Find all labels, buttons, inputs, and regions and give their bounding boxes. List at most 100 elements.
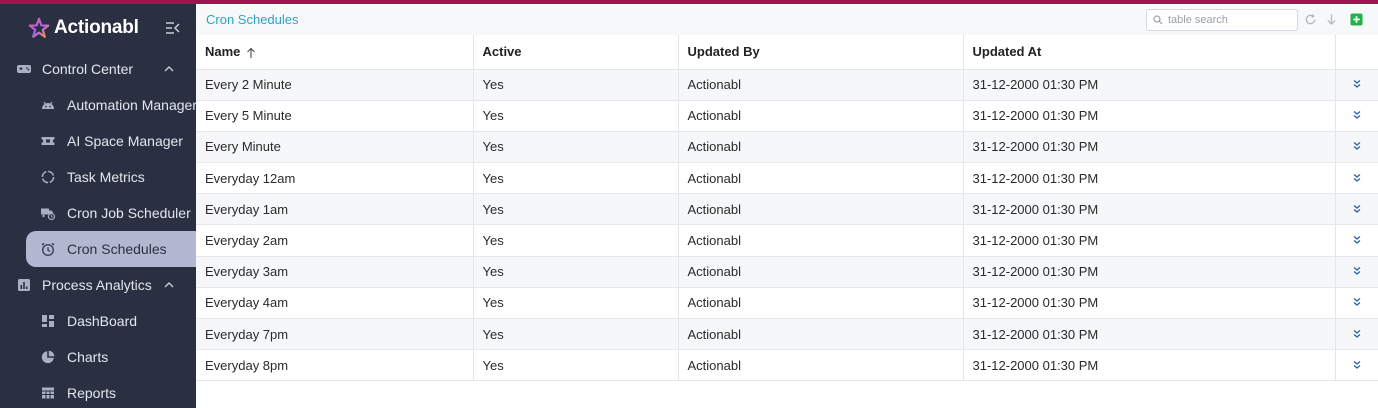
column-header-actions [1335, 35, 1378, 70]
cell-updated-by: Actionabl [678, 318, 964, 351]
sidebar: Actionabl Control Center Automation Mana… [0, 4, 196, 408]
main-content: Cron Schedules Name Active Updated By Up… [196, 4, 1378, 408]
row-expand-cell[interactable] [1335, 162, 1378, 195]
table-row[interactable]: Every 2 Minute Yes Actionabl 31-12-2000 01:… [196, 69, 1378, 101]
refresh-icon[interactable] [1304, 13, 1317, 26]
double-chevron-down-icon[interactable] [1352, 204, 1362, 214]
brand[interactable]: Actionabl [28, 16, 139, 40]
cell-name: Everyday 8pm [196, 349, 474, 382]
table-row[interactable]: Everyday 8pm Yes Actionabl 31-12-2000 01:30… [196, 349, 1378, 382]
sidebar-nav: Control Center Automation Manager AI Spa… [0, 51, 196, 408]
table-row[interactable]: Everyday 2am Yes Actionabl 31-12-2000 01:30… [196, 224, 1378, 257]
dashboard-icon [40, 313, 56, 329]
sort-ascending-icon[interactable] [246, 47, 256, 59]
table-row[interactable]: Everyday 1am Yes Actionabl 31-12-2000 01:30… [196, 193, 1378, 226]
pie-chart-icon [40, 349, 56, 365]
sidebar-group-process-analytics[interactable]: Process Analytics [0, 267, 196, 303]
sidebar-group-label: Control Center [42, 61, 134, 77]
cell-name: Every Minute [196, 131, 474, 164]
cell-updated-by: Actionabl [678, 193, 964, 226]
cell-active: Yes [473, 69, 679, 101]
sidebar-item-automation-manager[interactable]: Automation Manager [0, 87, 196, 123]
table-row[interactable]: Every Minute Yes Actionabl 31-12-2000 01:30… [196, 131, 1378, 164]
cell-updated-by: Actionabl [678, 287, 964, 320]
sidebar-item-cron-job-scheduler[interactable]: Cron Job Scheduler [0, 195, 196, 231]
cell-active: Yes [473, 349, 679, 382]
brand-name: Actionabl [54, 17, 139, 38]
cell-updated-at: 31-12-2000 01:30 PM [963, 69, 1336, 101]
cell-updated-at: 31-12-2000 01:30 PM [963, 100, 1336, 132]
chevron-up-icon[interactable] [163, 63, 175, 75]
download-icon[interactable] [1325, 13, 1338, 26]
cell-updated-by: Actionabl [678, 131, 964, 164]
star-logo-icon [28, 17, 50, 38]
double-chevron-down-icon[interactable] [1352, 110, 1362, 120]
sidebar-item-label: Cron Job Scheduler [67, 205, 191, 221]
cell-updated-at: 31-12-2000 01:30 PM [963, 162, 1336, 195]
row-expand-cell[interactable] [1335, 193, 1378, 226]
row-expand-cell[interactable] [1335, 100, 1378, 132]
cell-updated-by: Actionabl [678, 224, 964, 257]
cell-name: Everyday 12am [196, 162, 474, 195]
cell-name: Everyday 3am [196, 256, 474, 288]
table-search[interactable] [1146, 9, 1298, 31]
table-row[interactable]: Everyday 7pm Yes Actionabl 31-12-2000 01:30… [196, 318, 1378, 351]
sidebar-item-label: Cron Schedules [67, 241, 167, 257]
cell-name: Every 5 Minute [196, 100, 474, 132]
collapse-sidebar-icon[interactable] [164, 20, 182, 36]
row-expand-cell[interactable] [1335, 69, 1378, 101]
cell-updated-at: 31-12-2000 01:30 PM [963, 318, 1336, 351]
sidebar-item-label: Reports [67, 385, 117, 401]
double-chevron-down-icon[interactable] [1352, 329, 1362, 339]
cell-updated-at: 31-12-2000 01:30 PM [963, 349, 1336, 382]
cell-name: Everyday 2am [196, 224, 474, 257]
sidebar-item-label: Task Metrics [67, 169, 145, 185]
cell-active: Yes [473, 162, 679, 195]
row-expand-cell[interactable] [1335, 287, 1378, 320]
search-icon [1153, 15, 1163, 25]
double-chevron-down-icon[interactable] [1352, 235, 1362, 245]
row-expand-cell[interactable] [1335, 349, 1378, 382]
sidebar-item-ai-space-manager[interactable]: AI Space Manager [0, 123, 196, 159]
chevron-up-icon[interactable] [163, 279, 175, 291]
search-input[interactable] [1168, 14, 1294, 26]
table-row[interactable]: Everyday 4am Yes Actionabl 31-12-2000 01:30… [196, 287, 1378, 320]
double-chevron-down-icon[interactable] [1352, 360, 1362, 370]
cron-schedules-table: Name Active Updated By Updated At Every … [196, 35, 1378, 382]
row-expand-cell[interactable] [1335, 224, 1378, 257]
double-chevron-down-icon[interactable] [1352, 297, 1362, 307]
sidebar-item-dashboard[interactable]: DashBoard [0, 303, 196, 339]
ticket-icon [40, 133, 56, 149]
double-chevron-down-icon[interactable] [1352, 266, 1362, 276]
cell-active: Yes [473, 131, 679, 164]
sidebar-item-reports[interactable]: Reports [0, 375, 196, 408]
column-header-updated-by[interactable]: Updated By [678, 35, 964, 70]
column-header-updated-at[interactable]: Updated At [963, 35, 1336, 70]
double-chevron-down-icon[interactable] [1352, 173, 1362, 183]
cell-updated-at: 31-12-2000 01:30 PM [963, 131, 1336, 164]
cell-active: Yes [473, 318, 679, 351]
sidebar-item-label: Automation Manager [67, 97, 196, 113]
table-row[interactable]: Every 5 Minute Yes Actionabl 31-12-2000 01:… [196, 100, 1378, 132]
table-icon [40, 385, 56, 401]
column-header-active[interactable]: Active [473, 35, 679, 70]
cell-active: Yes [473, 287, 679, 320]
sidebar-item-task-metrics[interactable]: Task Metrics [0, 159, 196, 195]
cell-name: Everyday 1am [196, 193, 474, 226]
cell-updated-by: Actionabl [678, 349, 964, 382]
double-chevron-down-icon[interactable] [1352, 141, 1362, 151]
double-chevron-down-icon[interactable] [1352, 79, 1362, 89]
column-header-name[interactable]: Name [196, 35, 474, 70]
sidebar-item-charts[interactable]: Charts [0, 339, 196, 375]
page-title[interactable]: Cron Schedules [206, 12, 299, 27]
row-expand-cell[interactable] [1335, 318, 1378, 351]
cell-updated-by: Actionabl [678, 162, 964, 195]
sidebar-group-label: Process Analytics [42, 277, 152, 293]
row-expand-cell[interactable] [1335, 256, 1378, 288]
row-expand-cell[interactable] [1335, 131, 1378, 164]
sidebar-item-cron-schedules[interactable]: Cron Schedules [26, 231, 196, 267]
table-row[interactable]: Everyday 3am Yes Actionabl 31-12-2000 01:30… [196, 256, 1378, 288]
table-row[interactable]: Everyday 12am Yes Actionabl 31-12-2000 01:3… [196, 162, 1378, 195]
sidebar-group-control-center[interactable]: Control Center [0, 51, 196, 87]
add-icon[interactable] [1350, 13, 1363, 26]
